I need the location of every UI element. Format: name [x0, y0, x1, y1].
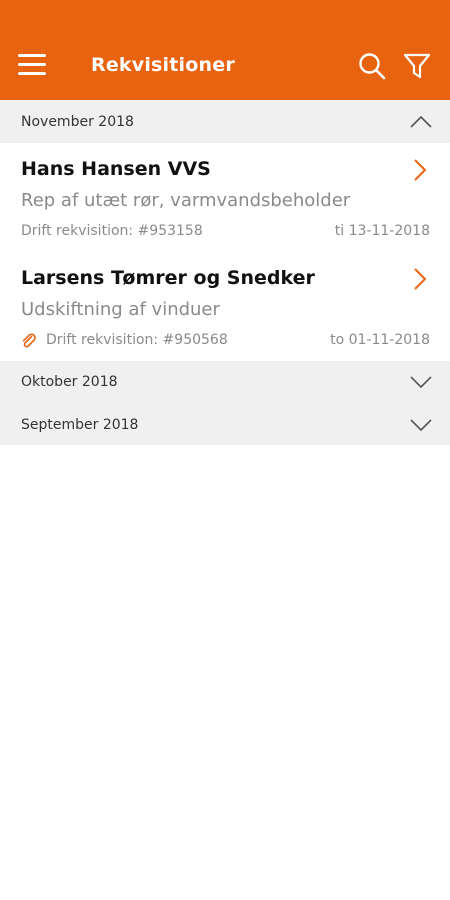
search-icon[interactable] [357, 51, 387, 81]
section-header-november-2018[interactable]: November 2018 [0, 100, 450, 143]
item-reference: Drift rekvisition: #950568 [46, 332, 228, 348]
chevron-down-icon [410, 419, 432, 432]
section-label: November 2018 [21, 114, 134, 130]
item-description: Rep af utæt rør, varmvandsbeholder [21, 190, 351, 211]
section-label: Oktober 2018 [21, 374, 118, 390]
item-date: to 01-11-2018 [330, 332, 430, 348]
page-title: Rekvisitioner [91, 54, 235, 76]
section-header-september-2018[interactable]: September 2018 [0, 404, 450, 445]
filter-funnel-icon[interactable] [402, 51, 432, 81]
list-item[interactable]: Hans Hansen VVS Rep af utæt rør, varmvan… [0, 143, 450, 252]
item-description: Udskiftning af vinduer [21, 299, 220, 320]
hamburger-menu-icon[interactable] [18, 52, 46, 78]
chevron-right-icon [414, 268, 427, 290]
app-bar: Rekvisitioner [0, 0, 450, 100]
item-reference: Drift rekvisition: #953158 [21, 223, 203, 239]
attachment-paperclip-icon [22, 333, 36, 348]
item-date: ti 13-11-2018 [334, 223, 430, 239]
chevron-up-icon [410, 115, 432, 128]
chevron-down-icon [410, 376, 432, 389]
item-company-name: Larsens Tømrer og Snedker [21, 267, 315, 289]
section-label: September 2018 [21, 417, 139, 433]
section-header-oktober-2018[interactable]: Oktober 2018 [0, 361, 450, 404]
list-item[interactable]: Larsens Tømrer og Snedker Udskiftning af… [0, 252, 450, 361]
item-company-name: Hans Hansen VVS [21, 158, 211, 180]
chevron-right-icon [414, 159, 427, 181]
